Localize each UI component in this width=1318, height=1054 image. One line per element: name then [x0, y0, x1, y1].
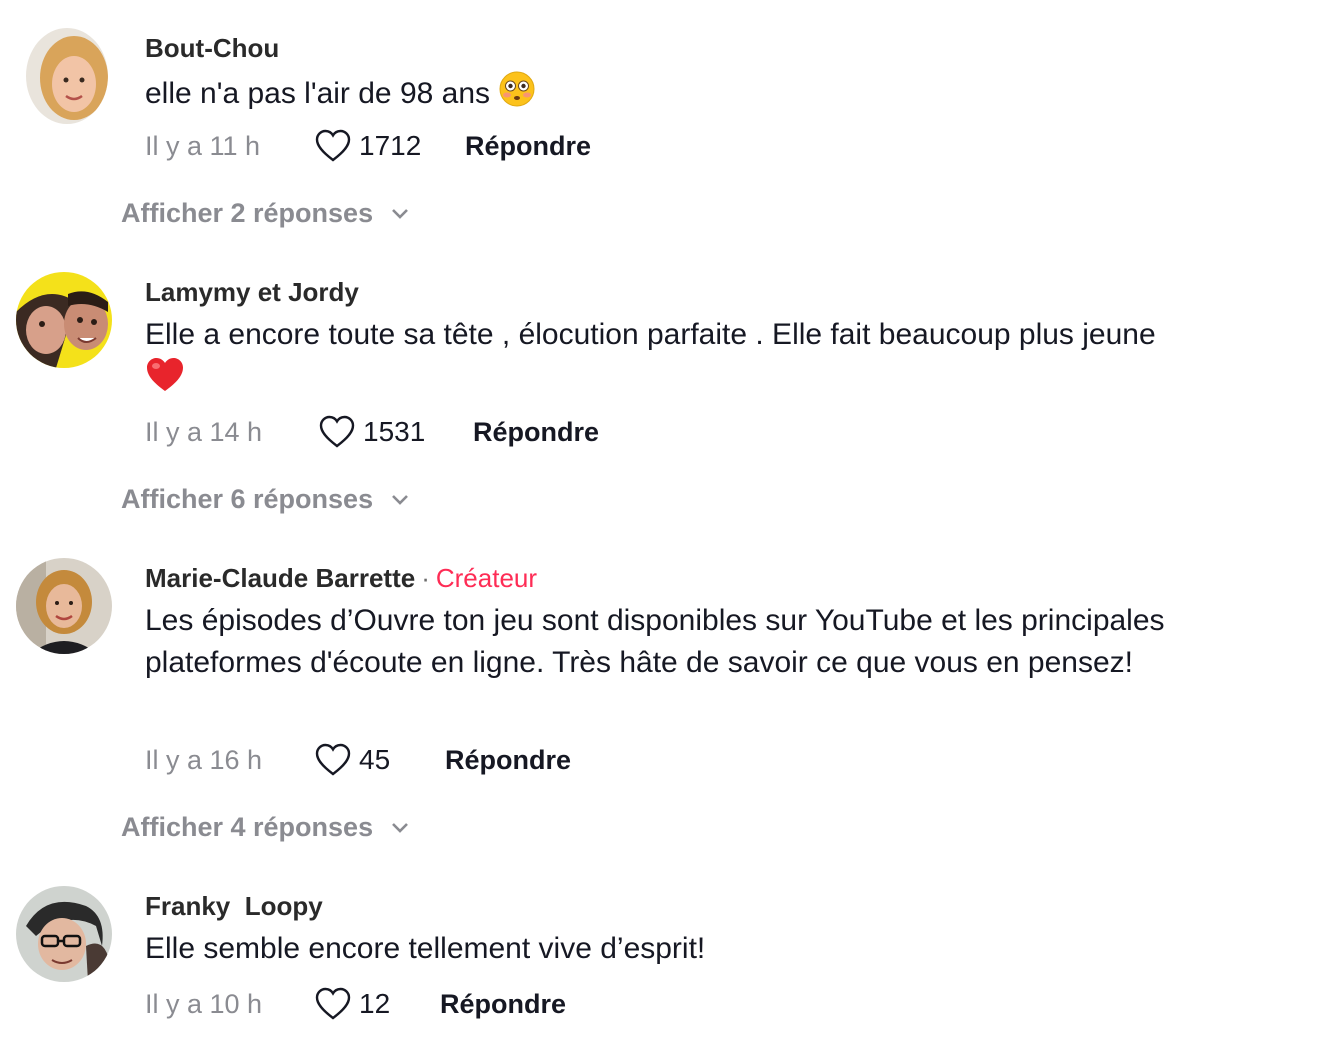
comment-username[interactable]: Franky Loopy	[145, 890, 323, 922]
avatar-image	[16, 272, 112, 368]
comment-username[interactable]: Lamymy et Jordy	[145, 276, 359, 308]
comment-timestamp: Il y a 16 h	[145, 744, 263, 775]
comment-timestamp: Il y a 11 h	[145, 130, 261, 161]
heart-outline-icon	[315, 987, 351, 1020]
like-count: 12	[359, 988, 391, 1019]
like-button[interactable]: 12	[315, 987, 440, 1021]
view-replies-button[interactable]: Afficher 6 réponses	[121, 484, 409, 515]
avatar[interactable]	[26, 28, 108, 124]
reply-button[interactable]: Répondre	[440, 989, 566, 1020]
view-replies-button[interactable]: Afficher 2 réponses	[121, 198, 409, 229]
avatar-image	[26, 28, 108, 124]
comment-username[interactable]: Bout-Chou	[145, 32, 279, 64]
like-count: 1531	[363, 416, 426, 447]
chevron-down-icon	[392, 208, 409, 219]
like-button[interactable]: 1712	[315, 129, 465, 163]
avatar[interactable]	[16, 272, 112, 368]
comment-timestamp: Il y a 14 h	[145, 416, 263, 447]
comment-text: Elle a encore toute sa tête , élocution …	[145, 314, 1285, 406]
heart-outline-icon	[319, 415, 355, 448]
like-button[interactable]: 45	[315, 743, 445, 777]
chevron-down-icon	[392, 494, 409, 505]
like-count: 1712	[359, 130, 422, 161]
like-button[interactable]: 1531	[319, 415, 473, 449]
flushed-face-emoji	[498, 70, 536, 120]
heart-outline-icon	[315, 129, 351, 162]
comment-username[interactable]: Marie-Claude Barrette · Créateur	[145, 562, 537, 594]
red-heart-emoji	[145, 356, 185, 406]
reply-button[interactable]: Répondre	[445, 745, 571, 776]
view-replies-label: Afficher 6 réponses	[121, 484, 374, 514]
separator-dot: ·	[421, 563, 430, 593]
heart-outline-icon	[315, 743, 351, 776]
view-replies-button[interactable]: Afficher 4 réponses	[121, 812, 409, 843]
comment-meta: Il y a 10 h 12 Répondre	[145, 984, 566, 1024]
reply-button[interactable]: Répondre	[465, 131, 591, 162]
comment-meta: Il y a 16 h 45 Répondre	[145, 740, 571, 780]
view-replies-label: Afficher 2 réponses	[121, 198, 374, 228]
comment-meta: Il y a 11 h 1712 Répondre	[145, 126, 591, 166]
username-label: Marie-Claude Barrette	[145, 563, 416, 593]
creator-badge: Créateur	[435, 563, 538, 593]
comment-meta: Il y a 14 h 1531 Répondre	[145, 412, 599, 452]
comment-timestamp: Il y a 10 h	[145, 988, 263, 1019]
avatar-image	[16, 886, 112, 982]
comment-text: Les épisodes d’Ouvre ton jeu sont dispon…	[145, 604, 1165, 679]
view-replies-label: Afficher 4 réponses	[121, 812, 374, 842]
avatar-image	[16, 558, 112, 654]
comment-text: elle n'a pas l'air de 98 ans	[145, 70, 1285, 120]
avatar[interactable]	[16, 886, 112, 982]
reply-button[interactable]: Répondre	[473, 417, 599, 448]
avatar[interactable]	[16, 558, 112, 654]
comment-text: Elle semble encore tellement vive d’espr…	[145, 932, 706, 965]
chevron-down-icon	[392, 822, 409, 833]
like-count: 45	[359, 744, 391, 775]
